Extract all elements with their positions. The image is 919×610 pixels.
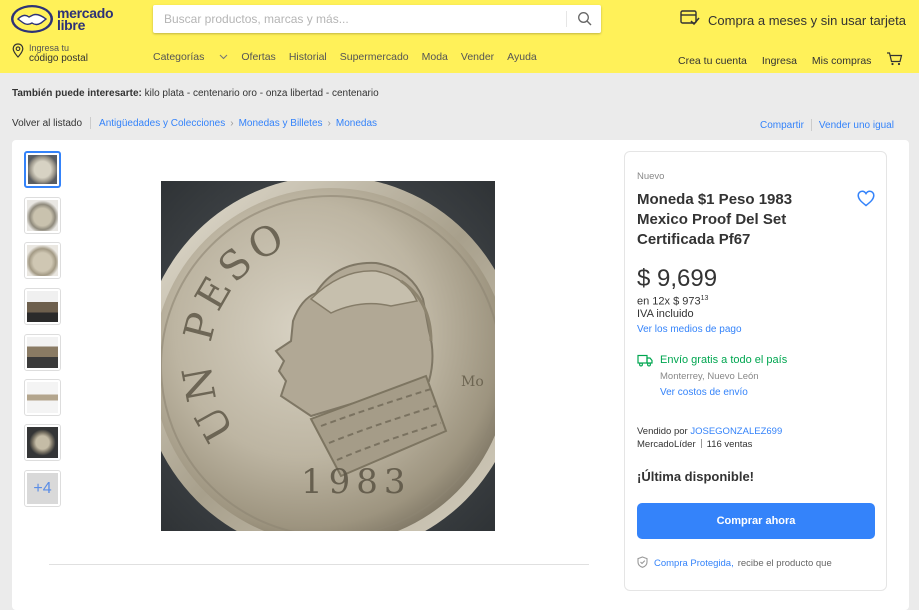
handshake-logo-icon — [10, 4, 54, 34]
seller-name-link[interactable]: JOSEGONZALEZ699 — [690, 426, 782, 437]
gallery-thumbnail[interactable] — [24, 288, 61, 325]
installments-promo[interactable]: Compra a meses y sin usar tarjeta — [680, 9, 906, 31]
search-icon[interactable] — [577, 11, 593, 27]
login-link[interactable]: Ingresa — [762, 55, 797, 67]
shipping-info: Envío gratis a todo el país Monterrey, N… — [637, 354, 787, 398]
my-purchases-link[interactable]: Mis compras — [812, 55, 872, 67]
truck-icon — [637, 354, 653, 398]
gallery-thumbnail[interactable] — [24, 424, 61, 461]
installments-info: en 12x $ 97313 — [637, 295, 708, 308]
postal-label: Ingresa tu — [29, 43, 70, 53]
content-divider — [49, 564, 589, 565]
breadcrumb-item[interactable]: Antigüedades y Colecciones — [99, 118, 225, 129]
seller-divider — [700, 439, 702, 448]
related-label: También puede interesarte: — [12, 88, 142, 99]
buy-box: Nuevo Moneda $1 Peso 1983 Mexico Proof D… — [624, 151, 887, 591]
seller-prefix: Vendido por — [637, 426, 688, 437]
header: mercado libre Compra a meses y sin usar … — [0, 0, 919, 73]
shipping-cost-link[interactable]: Ver costos de envío — [660, 387, 787, 398]
more-photos-count: +4 — [33, 479, 52, 497]
product-card: +4 UN PESO Mo 1983 Nuevo Moneda $1 Peso … — [12, 140, 909, 610]
nav-supermercado[interactable]: Supermercado — [340, 51, 409, 63]
breadcrumb-item[interactable]: Monedas y Billetes — [239, 118, 323, 129]
sell-same-link[interactable]: Vender uno igual — [819, 120, 894, 131]
breadcrumb-separator-icon: › — [230, 117, 234, 129]
breadcrumb-item[interactable]: Monedas — [336, 118, 377, 129]
svg-text:Mo: Mo — [461, 374, 484, 390]
share-actions: Compartir Vender uno igual — [760, 119, 894, 131]
search-input[interactable] — [153, 5, 553, 33]
card-calendar-icon — [680, 9, 700, 31]
gallery-thumbnail[interactable] — [24, 242, 61, 279]
nav-categorias-label: Categorías — [153, 51, 205, 63]
breadcrumb-divider — [90, 117, 92, 129]
tax-info: IVA incluido — [637, 308, 694, 320]
breadcrumb: Volver al listado Antigüedades y Colecci… — [12, 117, 377, 129]
location-pin-icon — [12, 43, 24, 63]
buy-now-button[interactable]: Comprar ahora — [637, 503, 875, 539]
chevron-down-icon — [219, 54, 228, 60]
protected-purchase: Compra Protegida, recibe el producto que — [637, 556, 832, 571]
share-link[interactable]: Compartir — [760, 120, 804, 131]
payment-methods-link[interactable]: Ver los medios de pago — [637, 324, 742, 335]
nav-moda[interactable]: Moda — [422, 51, 448, 63]
gallery-thumbnail[interactable] — [24, 197, 61, 234]
nav-vender[interactable]: Vender — [461, 51, 494, 63]
seller-location: Monterrey, Nuevo León — [660, 371, 759, 382]
gallery-thumbnail[interactable] — [24, 334, 61, 371]
installments-text: en 12x $ 973 — [637, 295, 701, 308]
back-to-list-link[interactable]: Volver al listado — [12, 118, 82, 129]
related-searches: También puede interesarte: kilo plata - … — [12, 88, 379, 99]
create-account-link[interactable]: Crea tu cuenta — [678, 55, 747, 67]
cart-icon[interactable] — [886, 52, 903, 69]
breadcrumb-separator-icon: › — [327, 117, 331, 129]
share-divider — [810, 119, 812, 131]
nav-ofertas[interactable]: Ofertas — [241, 51, 275, 63]
search-box — [153, 5, 601, 33]
product-title: Moneda $1 Peso 1983 Mexico Proof Del Set… — [637, 191, 793, 248]
mercadolibre-logo[interactable]: mercado libre — [10, 4, 114, 34]
search-separator — [566, 11, 567, 27]
installments-cents: 13 — [700, 295, 709, 302]
gallery-more-thumbnail[interactable]: +4 — [24, 470, 61, 507]
seller-sales: 116 ventas — [706, 439, 753, 450]
product-main-image[interactable]: UN PESO Mo 1983 — [161, 181, 495, 531]
item-condition: Nuevo — [637, 171, 665, 182]
main-nav: Categorías Ofertas Historial Supermercad… — [153, 51, 550, 63]
heart-icon[interactable] — [857, 190, 875, 207]
gallery-thumbnail[interactable] — [24, 379, 61, 416]
seller-info: Vendido por JOSEGONZALEZ699 MercadoLíder… — [637, 425, 782, 451]
product-price: $ 9,699 — [637, 265, 718, 292]
promo-text: Compra a meses y sin usar tarjeta — [708, 12, 906, 28]
user-nav: Crea tu cuenta Ingresa Mis compras — [678, 52, 903, 69]
protected-purchase-text: recibe el producto que — [737, 558, 832, 569]
nav-categorias[interactable]: Categorías — [153, 51, 228, 63]
nav-ayuda[interactable]: Ayuda — [507, 51, 537, 63]
related-items[interactable]: kilo plata - centenario oro - onza liber… — [145, 88, 379, 99]
nav-historial[interactable]: Historial — [289, 51, 327, 63]
postal-code-selector[interactable]: Ingresa tu código postal — [12, 43, 88, 65]
stock-status: ¡Última disponible! — [637, 469, 754, 484]
postal-value: código postal — [29, 53, 88, 64]
shield-check-icon — [637, 556, 648, 571]
free-shipping-text: Envío gratis a todo el país — [660, 354, 788, 366]
gallery-thumbnail[interactable] — [24, 151, 61, 188]
coin-year: 1983 — [301, 462, 412, 502]
product-page: mercado libre Compra a meses y sin usar … — [0, 0, 919, 610]
seller-badge: MercadoLíder — [637, 439, 696, 450]
protected-purchase-link[interactable]: Compra Protegida, — [654, 558, 734, 569]
